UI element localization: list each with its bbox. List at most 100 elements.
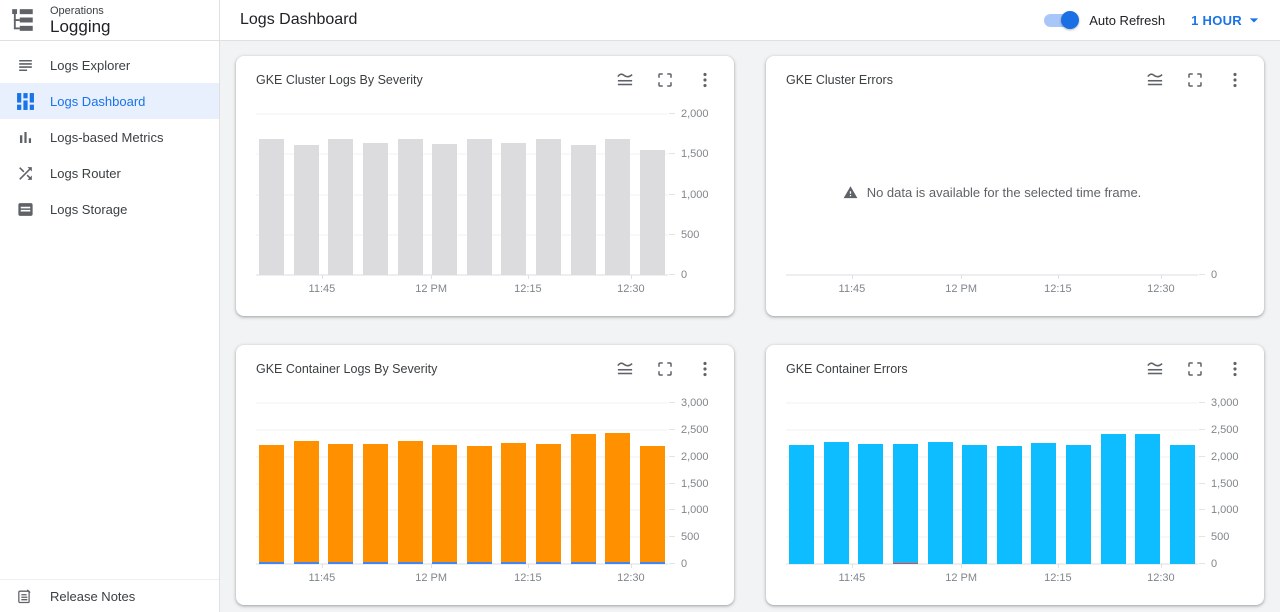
- chart-plot: 05001,0001,5002,0002,5003,00011:4512 PM1…: [786, 403, 1198, 564]
- bar: [1031, 403, 1056, 564]
- y-axis-tick: [669, 429, 675, 430]
- bar-segment: [1135, 434, 1160, 564]
- sidebar-item-logs-router[interactable]: Logs Router: [0, 155, 219, 191]
- time-range-select[interactable]: 1 HOUR: [1191, 10, 1264, 30]
- bar: [858, 403, 883, 564]
- sidebar-item-label: Logs Router: [50, 166, 121, 181]
- bar: [501, 114, 526, 275]
- sidebar-item-logs-dashboard[interactable]: Logs Dashboard: [0, 83, 219, 119]
- chart-area: 05001,0001,5002,00011:4512 PM12:1512:30: [236, 56, 734, 316]
- page-title: Logs Dashboard: [240, 11, 357, 29]
- y-axis-tick: [669, 536, 675, 537]
- x-axis-tick: [852, 275, 853, 279]
- chart-area: 05001,0001,5002,0002,5003,00011:4512 PM1…: [766, 345, 1264, 605]
- bar-segment: [328, 444, 353, 562]
- y-axis-tick: [669, 402, 675, 403]
- no-data-message: No data is available for the selected ti…: [786, 185, 1198, 200]
- bar-segment: [858, 444, 883, 564]
- bar-segment: [571, 434, 596, 562]
- x-tick-label: 12:30: [1147, 283, 1175, 295]
- bar-segment: [467, 139, 492, 275]
- bar: [501, 403, 526, 564]
- bar: [363, 114, 388, 275]
- bar-segment: [294, 145, 319, 275]
- product-eyebrow: Operations: [50, 5, 111, 17]
- sidebar-item-label: Logs Storage: [50, 202, 127, 217]
- bar: [605, 403, 630, 564]
- chevron-down-icon: [1244, 10, 1264, 30]
- chart-area: 0 No data is available for the selected t…: [766, 56, 1264, 316]
- y-tick-label: 2,000: [681, 108, 709, 120]
- release-notes-icon: [16, 588, 33, 605]
- y-tick-label: 2,500: [681, 424, 709, 436]
- sidebar-item-label: Logs Explorer: [50, 58, 130, 73]
- x-axis-tick: [631, 564, 632, 568]
- gridline: [786, 275, 1198, 276]
- bar: [259, 403, 284, 564]
- bar: [571, 114, 596, 275]
- bar: [928, 403, 953, 564]
- sidebar-nav: Logs Explorer Logs Dashboard Logs-based …: [0, 41, 219, 227]
- chart-card-container-errors: GKE Container Errors 05001,0001,5002,000…: [766, 345, 1264, 605]
- bar-segment: [536, 444, 561, 562]
- bar-segment: [640, 562, 665, 564]
- sidebar-item-logs-explorer[interactable]: Logs Explorer: [0, 47, 219, 83]
- x-axis-tick: [528, 564, 529, 568]
- bar-segment: [501, 143, 526, 275]
- x-axis-tick: [852, 564, 853, 568]
- y-tick-label: 0: [1211, 269, 1217, 281]
- chart-card-cluster-logs: GKE Cluster Logs By Severity 05001,0001,…: [236, 56, 734, 316]
- bar-segment: [571, 145, 596, 275]
- bar-segment: [789, 445, 814, 564]
- y-tick-label: 3,000: [1211, 397, 1239, 409]
- release-notes-link[interactable]: Release Notes: [0, 579, 219, 612]
- bar-segment: [928, 442, 953, 564]
- chart-card-container-logs: GKE Container Logs By Severity 05001,000…: [236, 345, 734, 605]
- bar-segment: [259, 139, 284, 275]
- bar-segment: [294, 562, 319, 564]
- bar: [962, 403, 987, 564]
- auto-refresh-label: Auto Refresh: [1089, 13, 1165, 28]
- bar-segment: [398, 139, 423, 275]
- bar-segment: [893, 444, 918, 563]
- y-tick-label: 1,500: [681, 478, 709, 490]
- x-tick-label: 11:45: [839, 283, 866, 295]
- y-axis-tick: [1199, 483, 1205, 484]
- bars: [256, 114, 668, 275]
- auto-refresh-toggle[interactable]: [1044, 11, 1079, 29]
- bar-segment: [605, 433, 630, 562]
- sidebar-item-logs-based-metrics[interactable]: Logs-based Metrics: [0, 119, 219, 155]
- bar-segment: [259, 562, 284, 564]
- x-axis-tick: [322, 275, 323, 279]
- sidebar-item-logs-storage[interactable]: Logs Storage: [0, 191, 219, 227]
- bar-segment: [294, 441, 319, 562]
- y-tick-label: 2,500: [1211, 424, 1239, 436]
- bar-segment: [328, 139, 353, 275]
- bar-segment: [467, 446, 492, 562]
- y-tick-label: 0: [1211, 558, 1217, 570]
- bar-segment: [824, 442, 849, 564]
- bar-segment: [893, 563, 918, 564]
- y-tick-label: 1,000: [681, 504, 709, 516]
- page-header: Logs Dashboard Auto Refresh 1 HOUR: [220, 0, 1280, 41]
- y-tick-label: 1,500: [681, 148, 709, 160]
- chart-area: 05001,0001,5002,0002,5003,00011:4512 PM1…: [236, 345, 734, 605]
- bar: [328, 403, 353, 564]
- bar: [467, 114, 492, 275]
- y-tick-label: 3,000: [681, 397, 709, 409]
- bar-segment: [1031, 443, 1056, 564]
- app-logo[interactable]: Operations Logging: [0, 0, 219, 41]
- logs-metrics-icon: [16, 128, 35, 147]
- bar: [1066, 403, 1091, 564]
- chart-plot: 05001,0001,5002,00011:4512 PM12:1512:30: [256, 114, 668, 275]
- x-tick-label: 12:15: [514, 283, 542, 295]
- x-axis-tick: [1058, 275, 1059, 279]
- y-tick-label: 2,000: [681, 451, 709, 463]
- warning-icon: [843, 185, 858, 200]
- logging-logo-icon: [10, 7, 36, 33]
- bar-segment: [605, 562, 630, 564]
- logs-storage-icon: [16, 200, 35, 219]
- bar-segment: [259, 445, 284, 561]
- no-data-text: No data is available for the selected ti…: [867, 185, 1142, 200]
- bar-segment: [640, 150, 665, 275]
